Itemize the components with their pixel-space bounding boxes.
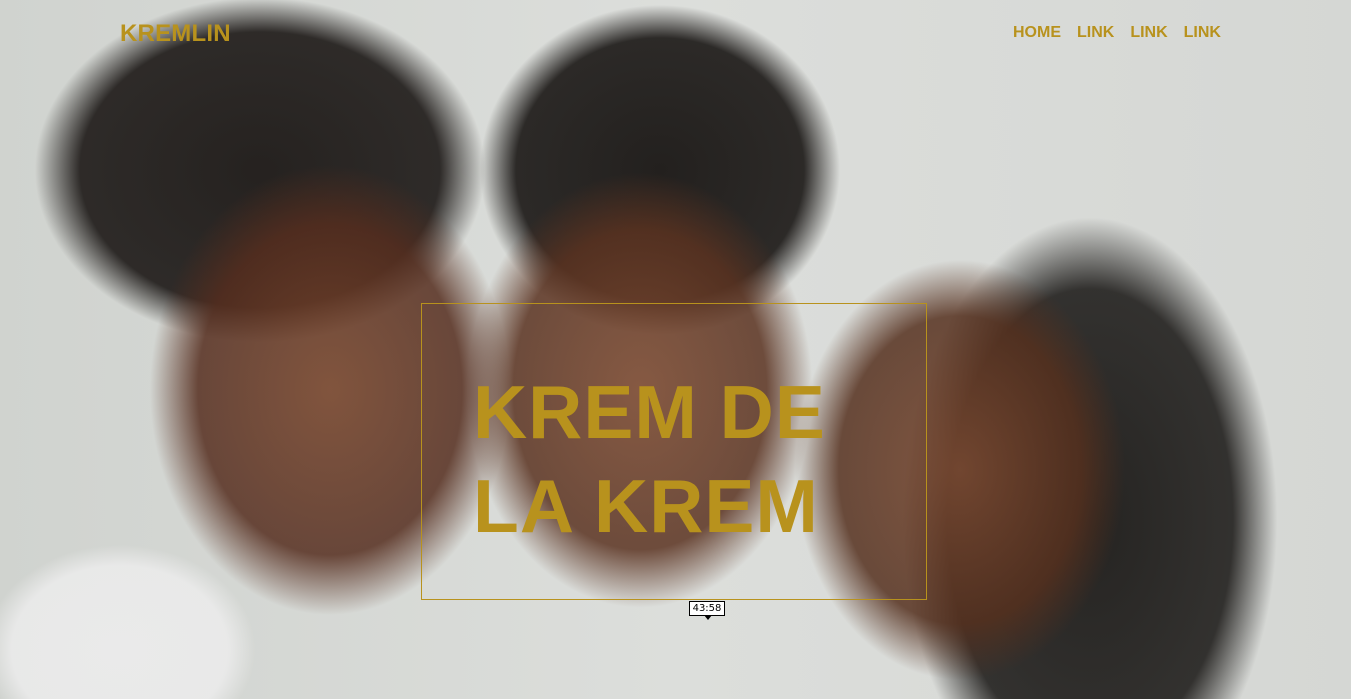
nav-home-link[interactable]: HOME xyxy=(1013,24,1061,42)
hero-headline: KREM DE LA KREM xyxy=(473,365,923,553)
time-tooltip: 43:58 xyxy=(689,601,725,620)
nav-link-1[interactable]: LINK xyxy=(1077,24,1114,42)
nav-link-2[interactable]: LINK xyxy=(1130,24,1167,42)
headline-line-2: LA KREM xyxy=(473,464,819,548)
top-navigation: HOME LINK LINK LINK xyxy=(1013,24,1221,42)
nav-link-3[interactable]: LINK xyxy=(1184,24,1221,42)
brand-logo[interactable]: KREMLIN xyxy=(120,20,231,48)
headline-line-1: KREM DE xyxy=(473,370,826,454)
